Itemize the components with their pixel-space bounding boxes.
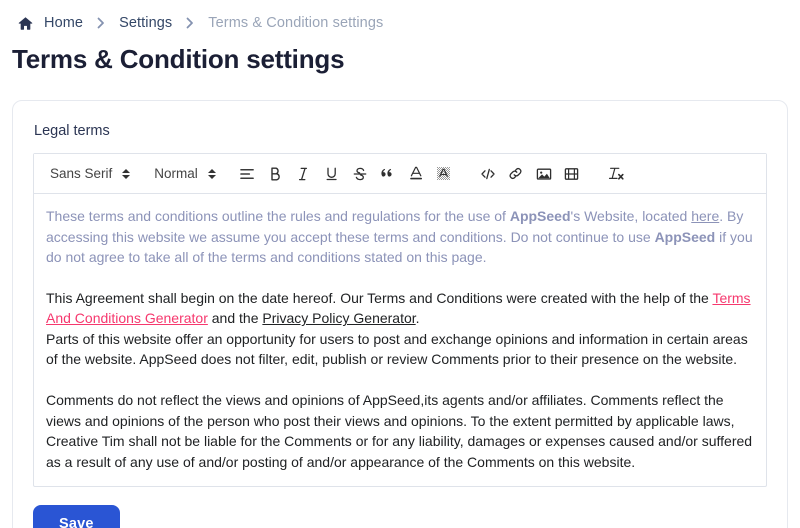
font-family-select[interactable]: Sans Serif [44,161,138,187]
editor-paragraph-1: These terms and conditions outline the r… [46,206,754,268]
p2-text-2: and the [207,310,263,327]
breadcrumb: Home Settings Terms & Condition settings [0,0,800,34]
page-title: Terms & Condition settings [12,44,345,74]
editor-paragraph-2: This Agreement shall begin on the date h… [46,288,754,370]
chevron-right-icon-2 [182,17,198,29]
editor-content[interactable]: These terms and conditions outline the r… [34,194,766,486]
p1-brand-2: AppSeed [654,228,716,245]
breadcrumb-item-home[interactable]: Home [44,15,83,31]
video-icon[interactable] [559,161,585,187]
p1-brand-1: AppSeed [509,208,571,224]
blockquote-icon[interactable] [375,161,401,187]
font-family-value: Sans Serif [50,166,113,181]
legal-terms-card: Legal terms Sans Serif Normal These term… [12,100,788,528]
chevron-updown-icon-2 [207,168,216,179]
italic-icon[interactable] [291,161,317,187]
font-size-value: Normal [154,166,198,181]
editor-paragraph-3: Comments do not reflect the views and op… [46,392,753,470]
image-icon[interactable] [531,161,557,187]
text-color-icon[interactable] [403,161,429,187]
strikethrough-icon[interactable] [347,161,373,187]
link-here[interactable]: here [691,208,719,224]
clear-formatting-icon[interactable] [603,161,629,187]
link-privacy-policy-generator[interactable]: Privacy Policy Generator [262,310,415,326]
link-icon[interactable] [503,161,529,187]
code-block-icon[interactable] [475,161,501,187]
p2-text-4: Parts of this website offer an opportuni… [46,330,748,368]
breadcrumb-item-settings[interactable]: Settings [119,15,172,31]
align-left-icon[interactable] [235,161,261,187]
p1-text-1: These terms and conditions outline the r… [46,208,510,224]
p2-text-1: This Agreement shall begin on the date h… [46,289,713,306]
chevron-right-icon [93,17,109,29]
card-label: Legal terms [34,123,110,139]
bold-icon[interactable] [263,161,289,187]
rich-text-editor: Sans Serif Normal These terms and condit… [33,153,767,488]
breadcrumb-item-current: Terms & Condition settings [208,15,384,31]
chevron-updown-icon [122,168,131,179]
highlight-color-icon[interactable] [431,161,457,187]
font-size-select[interactable]: Normal [148,161,224,187]
underline-icon[interactable] [319,161,345,187]
p2-text-3: . [415,310,420,327]
editor-toolbar: Sans Serif Normal [34,154,766,194]
p1-text-2: 's Website, located [570,208,692,224]
home-icon[interactable] [16,14,34,32]
save-button[interactable]: Save [33,505,120,528]
page-root: Home Settings Terms & Condition settings… [0,0,800,528]
